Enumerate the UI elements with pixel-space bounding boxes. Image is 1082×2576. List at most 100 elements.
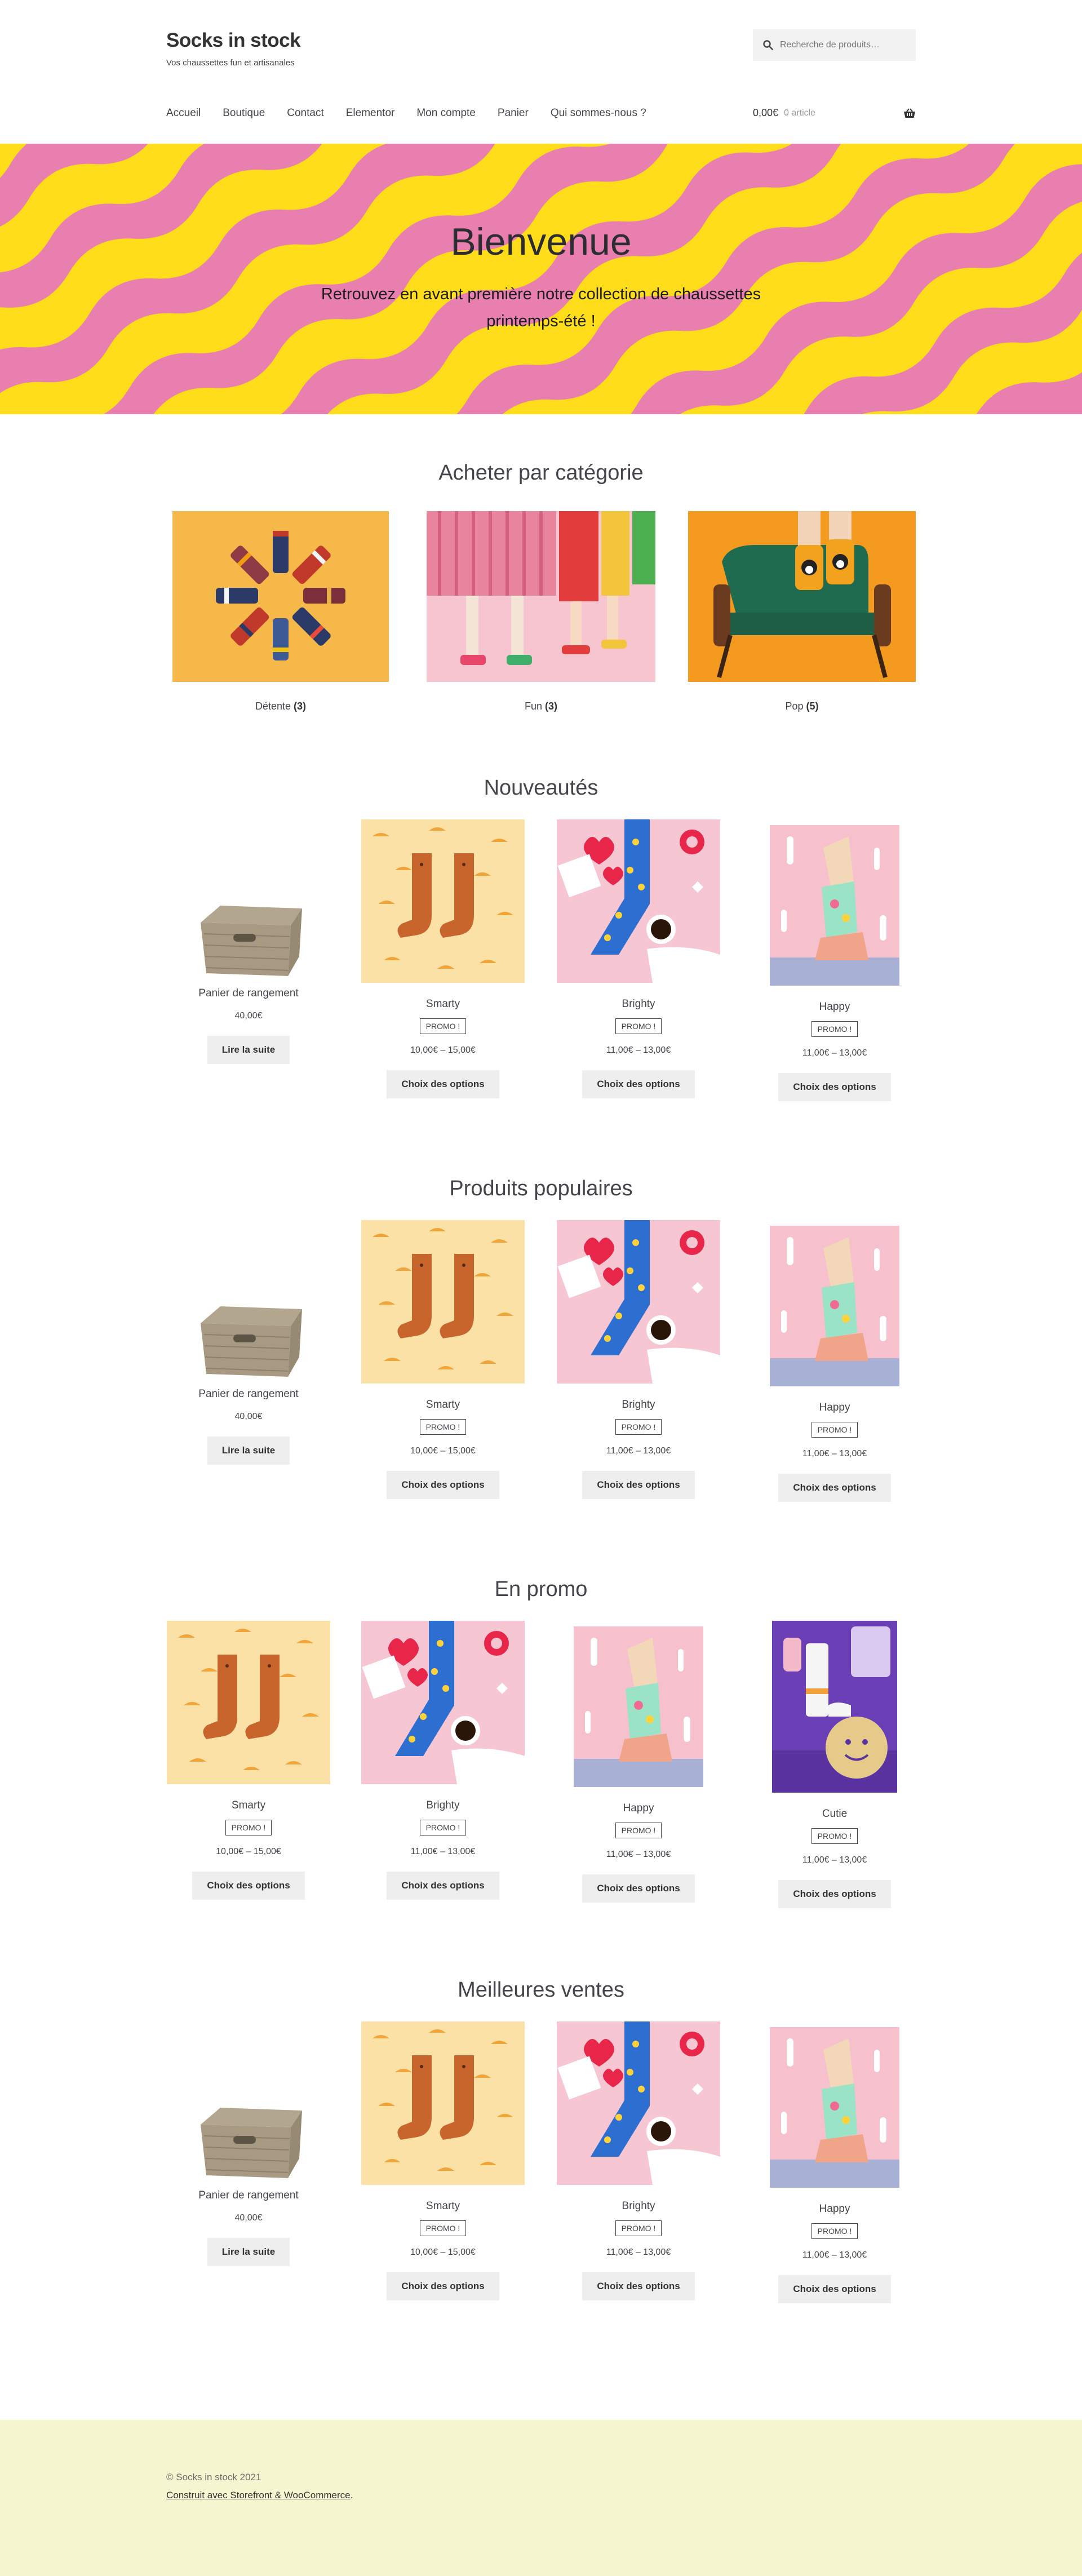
product-title[interactable]: Happy <box>753 2203 916 2215</box>
product-image-brighty[interactable] <box>557 1220 720 1386</box>
product-image-smarty[interactable] <box>167 1621 330 1787</box>
product-title[interactable]: Brighty <box>361 1799 525 1812</box>
category-name: Fun <box>524 700 542 712</box>
product-title[interactable]: Brighty <box>557 998 720 1010</box>
product-card[interactable]: Panier de rangement 40,00€ Lire la suite <box>167 1256 330 1465</box>
product-price: 11,00€ – 13,00€ <box>410 1847 476 1856</box>
product-image-cutie[interactable] <box>753 1621 916 1795</box>
product-title[interactable]: Smarty <box>361 998 525 1010</box>
section-title: Produits populaires <box>449 1177 633 1200</box>
hero-title: Bienvenue <box>450 220 632 263</box>
product-price: 10,00€ – 15,00€ <box>216 1847 281 1856</box>
category-card-detente[interactable]: Détente (3) <box>172 511 389 712</box>
product-card[interactable]: Happy PROMO ! 11,00€ – 13,00€ Choix des opt… <box>753 2027 916 2303</box>
read-more-button[interactable]: Lire la suite <box>207 1036 290 1064</box>
product-title[interactable]: Happy <box>557 1802 720 1815</box>
basket-icon <box>904 108 915 118</box>
product-image-smarty[interactable] <box>361 819 525 986</box>
product-card[interactable]: Panier de rangement 40,00€ Lire la suite <box>167 855 330 1064</box>
product-image-happy[interactable] <box>557 1626 720 1790</box>
product-title[interactable]: Brighty <box>557 2200 720 2213</box>
footer-credit-suffix: . <box>350 2490 353 2500</box>
promo-badge: PROMO ! <box>615 1823 662 1838</box>
promo-badge: PROMO ! <box>615 1419 662 1435</box>
choose-options-button[interactable]: Choix des options <box>778 1880 891 1908</box>
product-title[interactable]: Happy <box>753 1402 916 1414</box>
product-image-brighty[interactable] <box>361 1621 525 1787</box>
product-image-brighty[interactable] <box>557 2021 720 2188</box>
category-name: Détente <box>255 700 291 712</box>
choose-options-button[interactable]: Choix des options <box>192 1872 305 1900</box>
product-image-smarty[interactable] <box>361 1220 525 1386</box>
choose-options-button[interactable]: Choix des options <box>778 2275 891 2303</box>
product-price: 10,00€ – 15,00€ <box>410 2247 476 2257</box>
search-box[interactable] <box>753 29 916 61</box>
read-more-button[interactable]: Lire la suite <box>207 2238 290 2266</box>
product-title[interactable]: Smarty <box>361 2200 525 2213</box>
product-image-happy[interactable] <box>753 1226 916 1389</box>
choose-options-button[interactable]: Choix des options <box>582 1471 695 1499</box>
header-cart[interactable]: 0,00€ 0 article <box>753 107 916 119</box>
choose-options-button[interactable]: Choix des options <box>778 1474 891 1502</box>
product-card[interactable]: Smarty PROMO ! 10,00€ – 15,00€ Choix des op… <box>361 1220 525 1499</box>
product-price: 11,00€ – 13,00€ <box>606 1446 671 1456</box>
nav-item-qui-sommes-nous[interactable]: Qui sommes-nous ? <box>551 107 646 119</box>
product-title[interactable]: Smarty <box>167 1799 330 1812</box>
product-title[interactable]: Cutie <box>753 1808 916 1820</box>
section-title: En promo <box>494 1577 588 1601</box>
product-image-brighty[interactable] <box>557 819 720 986</box>
search-icon <box>763 40 773 50</box>
product-card[interactable]: Brighty PROMO ! 11,00€ – 13,00€ Choix des o… <box>557 1220 720 1499</box>
product-card[interactable]: Smarty PROMO ! 10,00€ – 15,00€ Choix des op… <box>361 819 525 1098</box>
footer-copyright: © Socks in stock 2021 <box>166 2472 261 2482</box>
product-price: 11,00€ – 13,00€ <box>606 1045 671 1055</box>
nav-item-accueil[interactable]: Accueil <box>166 107 201 119</box>
nav-item-panier[interactable]: Panier <box>498 107 529 119</box>
choose-options-button[interactable]: Choix des options <box>778 1073 891 1101</box>
product-price: 11,00€ – 13,00€ <box>802 1855 867 1865</box>
product-card[interactable]: Brighty PROMO ! 11,00€ – 13,00€ Choix des o… <box>361 1621 525 1900</box>
footer-credit-link[interactable]: Construit avec Storefront & WooCommerce <box>166 2490 351 2500</box>
product-title[interactable]: Brighty <box>557 1399 720 1411</box>
choose-options-button[interactable]: Choix des options <box>387 1471 499 1499</box>
category-name: Pop <box>785 700 804 712</box>
choose-options-button[interactable]: Choix des options <box>582 1070 695 1098</box>
product-card[interactable]: Smarty PROMO ! 10,00€ – 15,00€ Choix des op… <box>167 1621 330 1900</box>
category-card-pop[interactable]: Pop (5) <box>688 511 916 712</box>
product-image-smarty[interactable] <box>361 2021 525 2188</box>
promo-badge: PROMO ! <box>811 1422 858 1438</box>
site-title[interactable]: Socks in stock <box>166 29 301 52</box>
search-input[interactable] <box>779 39 905 51</box>
choose-options-button[interactable]: Choix des options <box>582 2272 695 2300</box>
product-card[interactable]: Brighty PROMO ! 11,00€ – 13,00€ Choix des o… <box>557 2021 720 2300</box>
product-card[interactable]: Panier de rangement 40,00€ Lire la suite <box>167 2057 330 2266</box>
product-price: 10,00€ – 15,00€ <box>410 1446 476 1456</box>
product-card[interactable]: Happy PROMO ! 11,00€ – 13,00€ Choix des opt… <box>557 1626 720 1903</box>
category-label-pop: Pop (5) <box>688 700 916 712</box>
product-title[interactable]: Smarty <box>361 1399 525 1411</box>
product-image-happy[interactable] <box>753 825 916 988</box>
category-card-fun[interactable]: Fun (3) <box>427 511 655 712</box>
product-title[interactable]: Happy <box>753 1001 916 1013</box>
hero-subtitle: Retrouvez en avant première notre collec… <box>321 285 761 330</box>
category-count: (3) <box>545 700 558 712</box>
product-card[interactable]: Smarty PROMO ! 10,00€ – 15,00€ Choix des op… <box>361 2021 525 2300</box>
nav-item-contact[interactable]: Contact <box>287 107 323 119</box>
nav-item-boutique[interactable]: Boutique <box>223 107 265 119</box>
category-image-fun <box>427 511 655 682</box>
product-image-happy[interactable] <box>753 2027 916 2191</box>
choose-options-button[interactable]: Choix des options <box>387 1070 499 1098</box>
promo-badge: PROMO ! <box>419 1018 467 1034</box>
footer-credit: Construit avec Storefront & WooCommerce. <box>166 2490 353 2501</box>
choose-options-button[interactable]: Choix des options <box>582 1874 695 1903</box>
product-card[interactable]: Brighty PROMO ! 11,00€ – 13,00€ Choix des o… <box>557 819 720 1098</box>
product-card[interactable]: Happy PROMO ! 11,00€ – 13,00€ Choix des opt… <box>753 825 916 1101</box>
choose-options-button[interactable]: Choix des options <box>387 1872 499 1900</box>
choose-options-button[interactable]: Choix des options <box>387 2272 499 2300</box>
product-card[interactable]: Happy PROMO ! 11,00€ – 13,00€ Choix des opt… <box>753 1226 916 1502</box>
nav-item-mon-compte[interactable]: Mon compte <box>416 107 476 119</box>
nav-item-elementor[interactable]: Elementor <box>346 107 395 119</box>
product-card[interactable]: Cutie PROMO ! 11,00€ – 13,00€ Choix des opt… <box>753 1621 916 1908</box>
section-title: Meilleures ventes <box>458 1978 624 2002</box>
read-more-button[interactable]: Lire la suite <box>207 1436 290 1465</box>
